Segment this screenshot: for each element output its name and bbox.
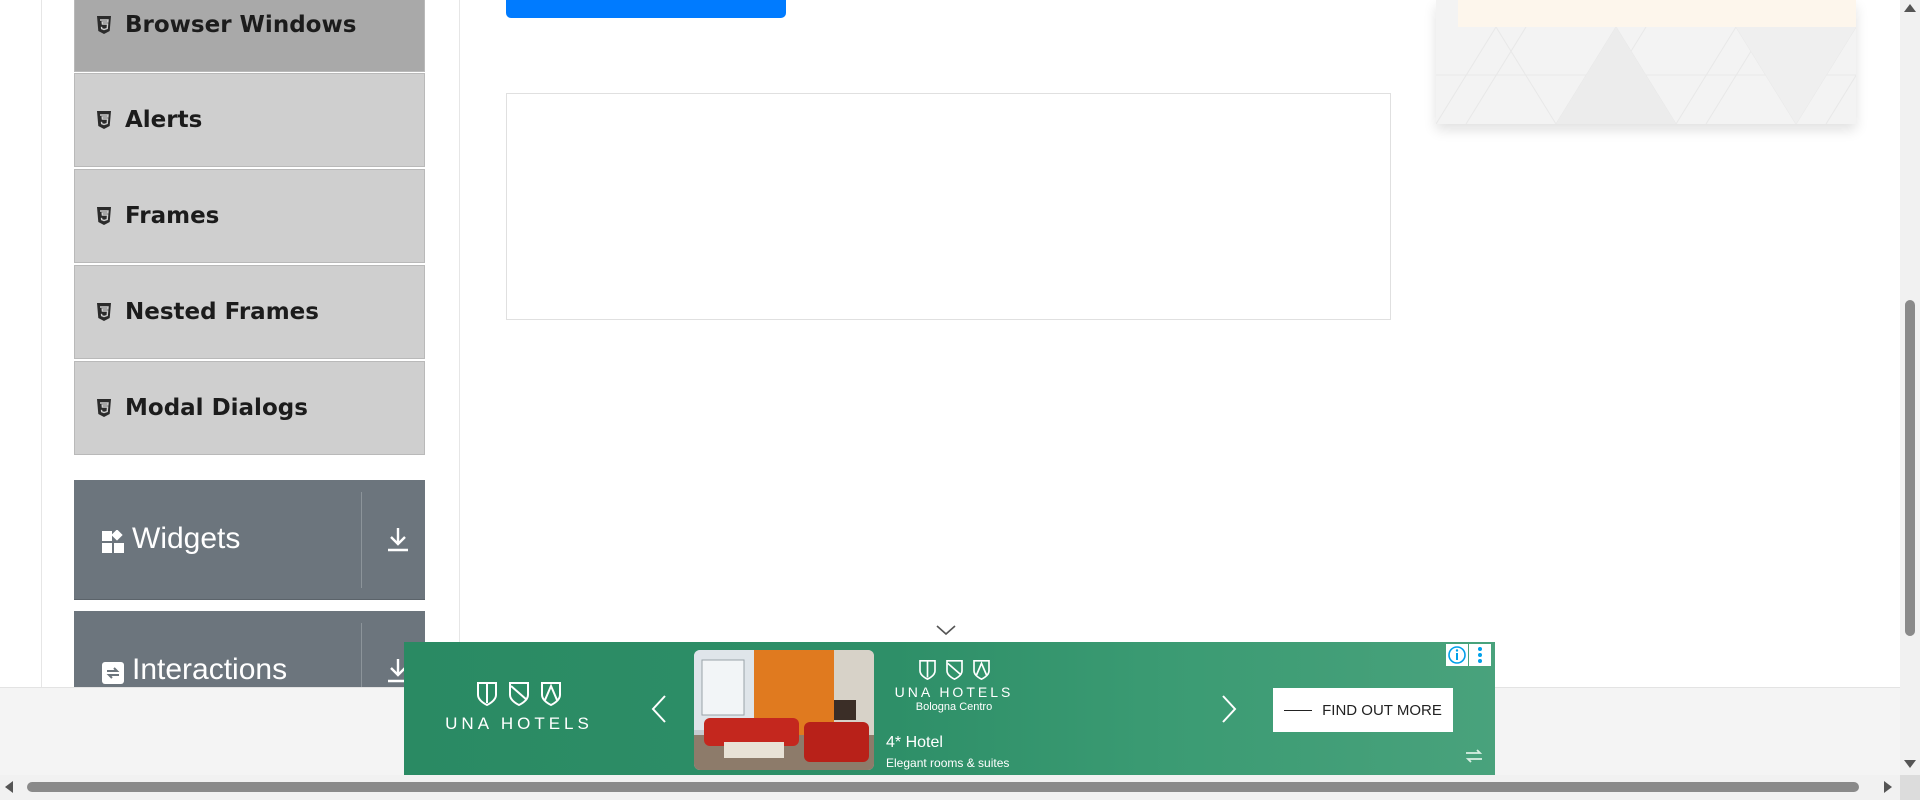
html5-shield-icon [97,399,111,417]
sidebar-item-label: Frames [125,203,220,229]
geometric-pattern-image [1436,27,1856,124]
html5-shield-icon [97,16,111,34]
shield-logo-icon [918,660,936,680]
shield-logo-icon [972,660,990,680]
group-divider [361,492,362,588]
side-ad-card [1436,0,1856,124]
sidebar-item-label: Modal Dialogs [125,395,308,421]
sidebar-item-label: Nested Frames [125,299,319,325]
vertical-scroll-thumb[interactable] [1905,300,1915,636]
scroll-left-arrow-icon[interactable] [5,781,13,793]
more-options-icon[interactable] [1469,644,1491,666]
widgets-icon [102,530,124,553]
chevron-right-icon[interactable] [1220,694,1238,724]
scroll-down-arrow-icon[interactable] [1904,760,1916,768]
download-icon[interactable] [385,524,411,554]
find-out-more-button[interactable]: FIND OUT MORE [1273,688,1453,732]
group-header-widgets[interactable]: Widgets [74,480,425,600]
scrollbar-corner [1900,775,1920,800]
html5-shield-icon [97,111,111,129]
chevron-left-icon[interactable] [650,694,668,724]
sidebar-item-alerts[interactable]: Alerts [74,73,425,167]
sidebar-item-modal-dialogs[interactable]: Modal Dialogs [74,361,425,455]
replay-icon[interactable] [1462,744,1486,768]
ad-hotel-subtitle: Elegant rooms & suites [886,756,1010,770]
interactions-icon [102,662,124,684]
content-frame [506,93,1391,320]
shield-logo-icon [509,682,529,706]
horizontal-scrollbar[interactable] [0,775,1900,800]
sidebar-item-label: Alerts [125,107,203,133]
horizontal-scroll-thumb[interactable] [27,782,1859,792]
cta-line [1284,709,1313,711]
shield-logo-icon [945,660,963,680]
ad-hotel-logo: UNA HOTELS Bologna Centro [884,660,1024,713]
sidebar-item-frames[interactable]: Frames [74,169,425,263]
left-divider [41,0,42,687]
html5-shield-icon [97,303,111,321]
sidebar-divider [459,0,460,687]
scroll-up-arrow-icon[interactable] [1904,4,1916,12]
group-label: Widgets [132,522,241,555]
ad-hotel-location: Bologna Centro [915,701,993,713]
group-label: Interactions [132,653,288,686]
sidebar-item-nested-frames[interactable]: Nested Frames [74,265,425,359]
sidebar-item-label: Browser Windows [125,12,357,38]
html5-shield-icon [97,207,111,225]
ad-banner[interactable]: UNA HOTELS UNA HOTELS Bologna Centro 4* … [404,642,1495,776]
vertical-scrollbar[interactable] [1900,0,1920,775]
hotel-room-photo [694,650,874,770]
side-ad-strip [1458,0,1856,27]
shield-logo-icon [541,682,561,706]
scroll-right-arrow-icon[interactable] [1884,781,1892,793]
ad-brand-logo: UNA HOTELS [444,682,594,734]
primary-action-button[interactable] [506,0,786,18]
info-icon[interactable] [1446,644,1468,666]
ad-brand-name: UNA HOTELS [445,714,593,733]
sidebar-item-browser-windows[interactable]: Browser Windows [74,0,425,72]
chevron-down-icon[interactable] [935,622,957,638]
ad-hotel-title: 4* Hotel [886,734,943,751]
cta-label: FIND OUT MORE [1322,701,1442,719]
ad-hotel-brand: UNA HOTELS [894,684,1014,700]
shield-logo-icon [477,682,497,706]
